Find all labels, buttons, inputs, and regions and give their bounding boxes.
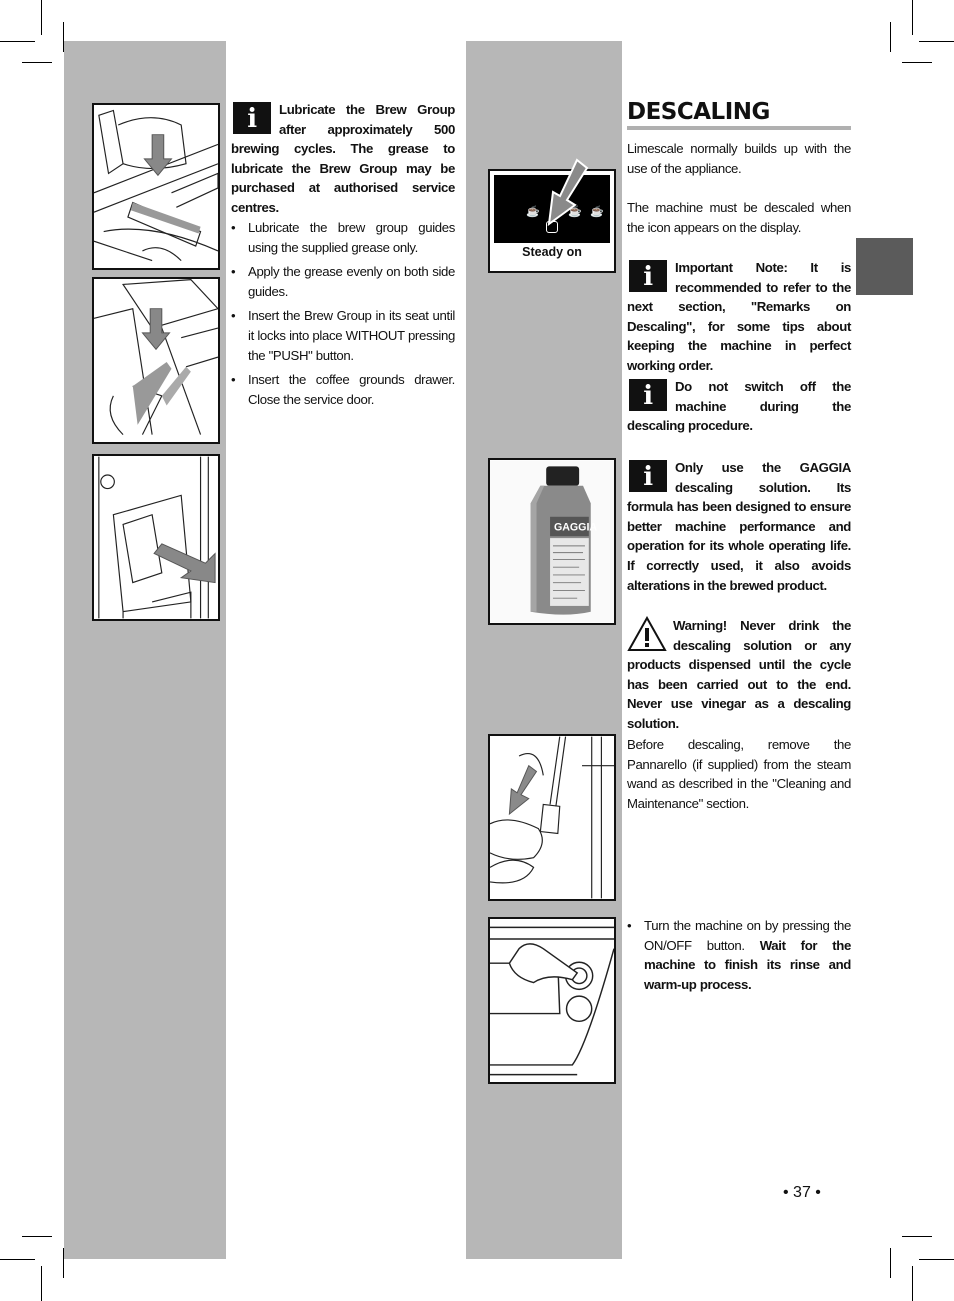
intro-paragraph-1: Limescale normally builds up with the us… [627,141,851,176]
crop-mark [41,0,42,35]
brew-group-insert-illustration [98,456,216,619]
intro-paragraph-2: The machine must be descaled when the ic… [627,200,851,235]
list-item: Apply the grease evenly on both side gui… [231,262,455,301]
power-button-illustration [490,926,614,1076]
power-on-step: Turn the machine on by pressing the ON/O… [627,916,851,999]
crop-mark [41,1266,42,1301]
crop-mark [912,1266,913,1301]
switch-off-note: i Do not switch off the machine during t… [627,377,851,436]
brew-group-guides-figure [92,277,220,444]
cup-icon: ☕ [590,206,604,218]
crop-mark [902,62,932,63]
title-underline [627,126,851,130]
warning-icon [627,616,667,651]
gaggia-solution-note: i Only use the GAGGIA descaling solution… [627,458,851,595]
brew-group-info-note: i Lubricate the Brew Group after approxi… [231,100,455,218]
list-item: Insert the Brew Group in its seat until … [231,306,455,365]
important-note: i Important Note: It is recommended to r… [627,258,851,376]
crop-mark [0,41,35,42]
brew-group-guides-illustration [94,279,218,436]
arrow-icon [547,158,589,227]
crop-mark [22,1236,52,1237]
crop-mark [902,1236,932,1237]
crop-mark [919,1259,954,1260]
info-icon: i [629,460,667,492]
page-number: • 37 • [783,1184,821,1201]
crop-mark [0,1259,35,1260]
list-item: Lubricate the brew group guides using th… [231,218,455,257]
bottle-brand-label: GAGGIA [554,521,597,533]
display-caption: Steady on [522,245,582,259]
crop-mark [890,1248,891,1278]
brew-group-grease-illustration [94,109,218,262]
list-item: Turn the machine on by pressing the ON/O… [627,916,851,994]
steam-wand-figure [488,734,616,901]
list-item: Insert the coffee grounds drawer. Close … [231,370,455,409]
info-icon: i [233,102,271,134]
brew-group-grease-figure [92,103,220,270]
crop-mark [890,22,891,52]
power-button-figure [488,917,616,1084]
descaler-bottle-illustration: GAGGIA [490,460,614,623]
info-icon: i [629,260,667,292]
warning-note: Warning! Never drink the descaling solut… [627,616,851,734]
descaler-bottle-figure: GAGGIA [488,458,616,625]
section-title: DESCALING [627,99,770,125]
crop-mark [919,41,954,42]
crop-mark [22,62,52,63]
crop-mark [912,0,913,35]
brew-group-insert-figure [92,454,220,621]
info-icon: i [629,379,667,411]
cup-icon: ☕ [526,206,540,218]
pannarello-paragraph: Before descaling, remove the Pannarello … [627,737,851,811]
steam-wand-illustration [490,736,614,899]
section-tab [856,238,913,295]
brew-group-steps: Lubricate the brew group guides using th… [231,218,455,414]
